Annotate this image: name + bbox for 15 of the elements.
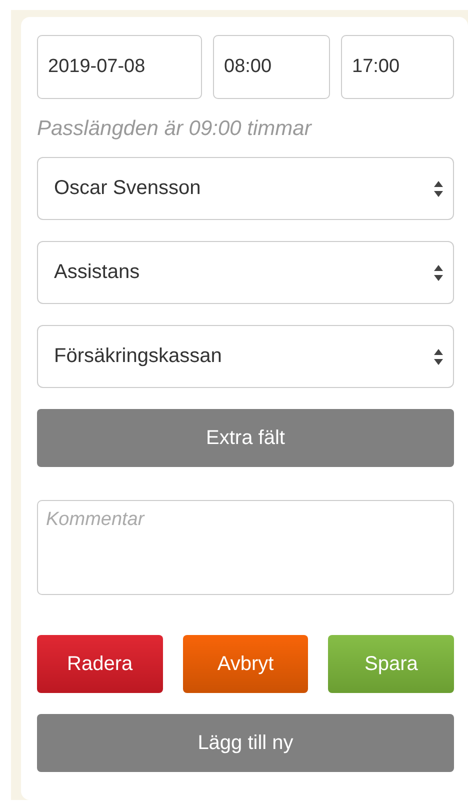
time-field[interactable]: 17:00 (341, 35, 454, 99)
date-field[interactable]: 2019-07-08 (37, 35, 202, 99)
comment-field[interactable]: Kommentar (37, 500, 454, 595)
extra-fields-button[interactable]: Extra fält (37, 409, 454, 467)
cancel-button[interactable]: Avbryt (182, 635, 308, 693)
dropdown-field[interactable]: Oscar Svensson (37, 157, 454, 220)
up-down-arrows-icon (434, 180, 443, 196)
add-new-button[interactable]: Lägg till ny (37, 714, 454, 772)
up-down-arrows-icon (434, 264, 443, 280)
dropdown-field[interactable]: Assistans (37, 241, 454, 304)
time-field[interactable]: 08:00 (213, 35, 330, 99)
delete-button[interactable]: Radera (37, 635, 163, 693)
dropdown-field[interactable]: Försäkringskassan (37, 325, 454, 388)
duration-note: Passlängden är 09:00 timmar (37, 116, 313, 142)
up-down-arrows-icon (434, 348, 443, 364)
